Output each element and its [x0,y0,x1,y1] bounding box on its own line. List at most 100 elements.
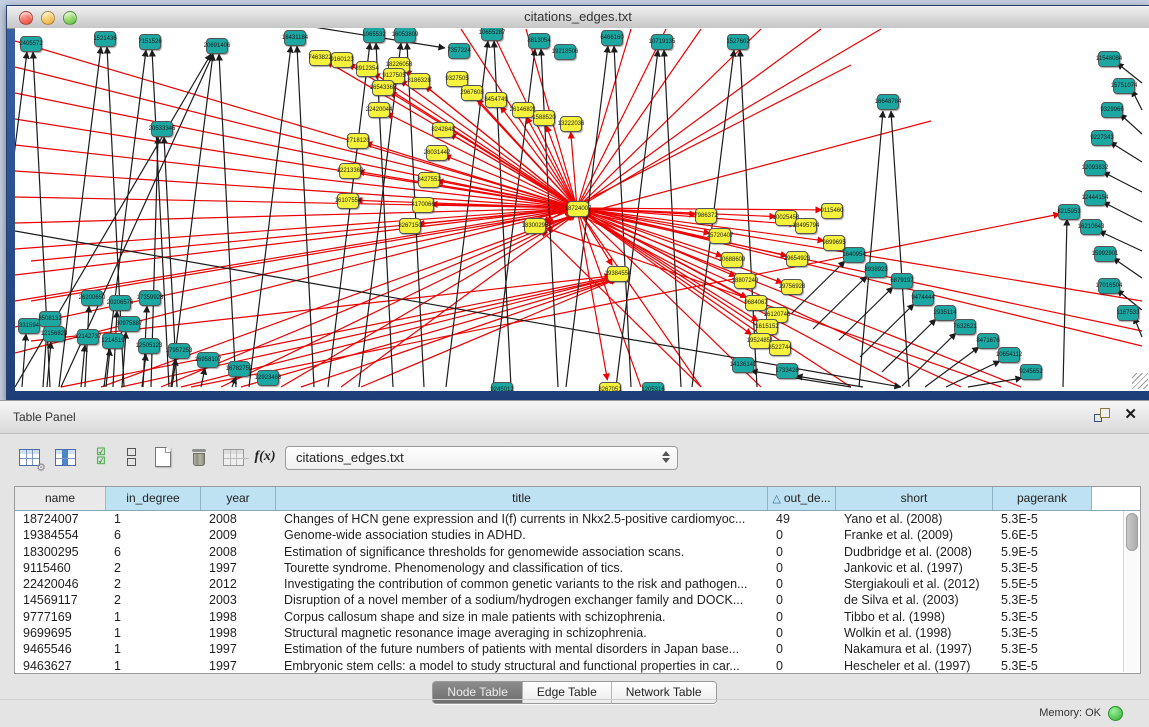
graph-node[interactable]: 18807249 [734,273,756,289]
graph-node[interactable]: 17359928 [139,290,161,306]
graph-node[interactable]: 9329966 [1101,102,1123,118]
graph-node[interactable]: 18495794 [795,218,817,234]
column-header-in_degree[interactable]: in_degree [106,487,201,510]
table-mode-button[interactable]: ⚙ [16,444,42,470]
table-row[interactable]: 946554611997Estimation of the future num… [15,641,1140,657]
graph-node[interactable]: 8267051 [599,382,621,391]
table-selector-dropdown[interactable]: citations_edges.txt [285,446,678,470]
graph-node[interactable]: 14136141 [732,357,754,373]
graph-node[interactable]: 9115460 [821,203,843,219]
graph-node[interactable]: 7632621 [954,319,976,335]
graph-node[interactable]: 9899695 [823,235,845,251]
table-row[interactable]: 1830029562008Estimation of significance … [15,544,1140,560]
graph-node[interactable]: 16210643 [1080,219,1102,235]
column-header-name[interactable]: name [15,487,106,510]
graph-node[interactable]: 15992901 [1094,246,1116,262]
graph-node[interactable]: 8215953 [1058,204,1080,220]
graph-node[interactable]: 331594 [18,318,40,334]
graph-node[interactable]: 30975887 [118,316,140,332]
graph-node[interactable]: 12156823 [43,326,65,342]
graph-node[interactable]: 8186328 [408,73,430,89]
graph-node[interactable]: 1588520 [533,110,555,126]
graph-node[interactable]: 6466160 [601,30,623,46]
graph-node[interactable]: 17957253 [168,343,190,359]
graph-node[interactable]: 20206576 [109,295,131,311]
graph-node[interactable]: 7463822 [309,50,331,66]
graph-node[interactable]: 6879197 [891,273,913,289]
graph-node[interactable]: 8522744 [769,340,791,356]
graph-node[interactable]: 1167533 [1117,305,1139,321]
graph-node[interactable]: 19654923 [786,251,808,267]
graph-node[interactable]: 7357224 [448,43,470,59]
create-column-button[interactable] [150,444,176,470]
float-panel-icon[interactable] [1094,408,1110,422]
row-options-button[interactable] [118,444,144,470]
graph-node[interactable]: 9684067 [745,295,767,311]
graph-node[interactable]: 8508132 [39,311,61,327]
graph-node[interactable]: 1527602 [727,34,749,50]
graph-node[interactable]: 2405572 [20,36,42,52]
graph-node[interactable]: 19756928 [781,279,803,295]
graph-node[interactable]: 1521436 [94,31,116,47]
graph-node[interactable]: 20533346 [151,121,173,137]
graph-node[interactable]: 20691406 [206,38,228,54]
network-canvas[interactable]: 2405572 1521436 7151526 20691406 18431184 106… [15,28,1149,391]
graph-node[interactable]: 8912354 [356,61,378,77]
table-row[interactable]: 977716911998Corpus callosum shape and si… [15,609,1140,625]
column-header-year[interactable]: year [201,487,276,510]
graph-node[interactable]: 12142737 [77,329,99,345]
graph-node[interactable]: 16053809 [394,28,416,43]
graph-node[interactable]: 16107554 [337,193,359,209]
graph-node[interactable]: 22420044 [368,102,390,118]
column-header-short[interactable]: short [836,487,993,510]
graph-node[interactable]: 26200650 [81,290,103,306]
graph-node[interactable]: 12213363 [339,163,361,179]
table-scrollbar[interactable] [1123,511,1139,672]
table-row[interactable]: 1872400712008Changes of HCN gene express… [15,511,1140,527]
graph-node[interactable]: 4170066 [412,197,434,213]
graph-node[interactable]: 12093832 [1084,160,1106,176]
graph-node[interactable]: 8938923 [865,262,887,278]
table-row[interactable]: 2242004622012Investigating the contribut… [15,576,1140,592]
show-columns-button[interactable] [52,444,78,470]
graph-node[interactable]: 2935114 [934,305,956,321]
graph-node[interactable]: 1065532 [363,28,385,43]
window-resize-grip[interactable] [1132,373,1148,389]
graph-node[interactable]: 16543362 [372,80,394,96]
column-header-pagerank[interactable]: pagerank [993,487,1092,510]
graph-node[interactable]: 9245012 [491,382,513,391]
graph-node[interactable]: 7986372 [695,208,717,224]
select-columns-button[interactable]: ☑☑ [88,444,114,470]
graph-node[interactable]: 19218506 [554,44,576,60]
graph-node[interactable]: 10654112 [998,347,1020,363]
graph-node[interactable]: 17016504 [1098,278,1120,294]
table-row[interactable]: 911546021997Tourette syndrome. Phenomeno… [15,560,1140,576]
graph-node[interactable]: 12444154 [1084,190,1106,206]
table-row[interactable]: 1456911722003Disruption of a novel membe… [15,592,1140,608]
column-header-out_degree[interactable]: △out_de... [768,487,836,510]
function-builder-button[interactable]: f(x) [252,444,278,470]
graph-node[interactable]: 8813054 [528,33,550,49]
graph-node[interactable]: 8454749 [485,92,507,108]
graph-node[interactable]: 16782759 [228,361,250,377]
graph-node[interactable]: 2718120 [347,133,369,149]
graph-node[interactable]: 8471676 [977,333,999,349]
graph-node[interactable]: 1205316 [642,382,664,391]
graph-node[interactable]: 1640954 [843,247,865,263]
table-row[interactable]: 1938455462009Genome-wide association stu… [15,527,1140,543]
graph-node[interactable]: 26146821 [512,102,534,118]
graph-node[interactable]: 1733426 [776,363,798,379]
graph-node[interactable]: 15720407 [709,228,731,244]
graph-node[interactable]: 18431184 [284,30,306,46]
graph-node[interactable]: 7151526 [139,34,161,50]
graph-node[interactable]: 12505123 [138,338,160,354]
table-row[interactable]: 969969511998Structural magnetic resonanc… [15,625,1140,641]
graph-node[interactable]: 9474444 [912,290,934,306]
graph-node[interactable]: 1214519 [102,333,124,349]
graph-node[interactable]: 9160123 [331,52,353,68]
delete-table-button[interactable] [220,444,246,470]
graph-node[interactable]: 10688609 [721,252,743,268]
close-panel-icon[interactable]: ✕ [1124,408,1137,422]
network-window-titlebar[interactable]: citations_edges.txt [7,6,1149,29]
delete-column-button[interactable] [186,444,212,470]
